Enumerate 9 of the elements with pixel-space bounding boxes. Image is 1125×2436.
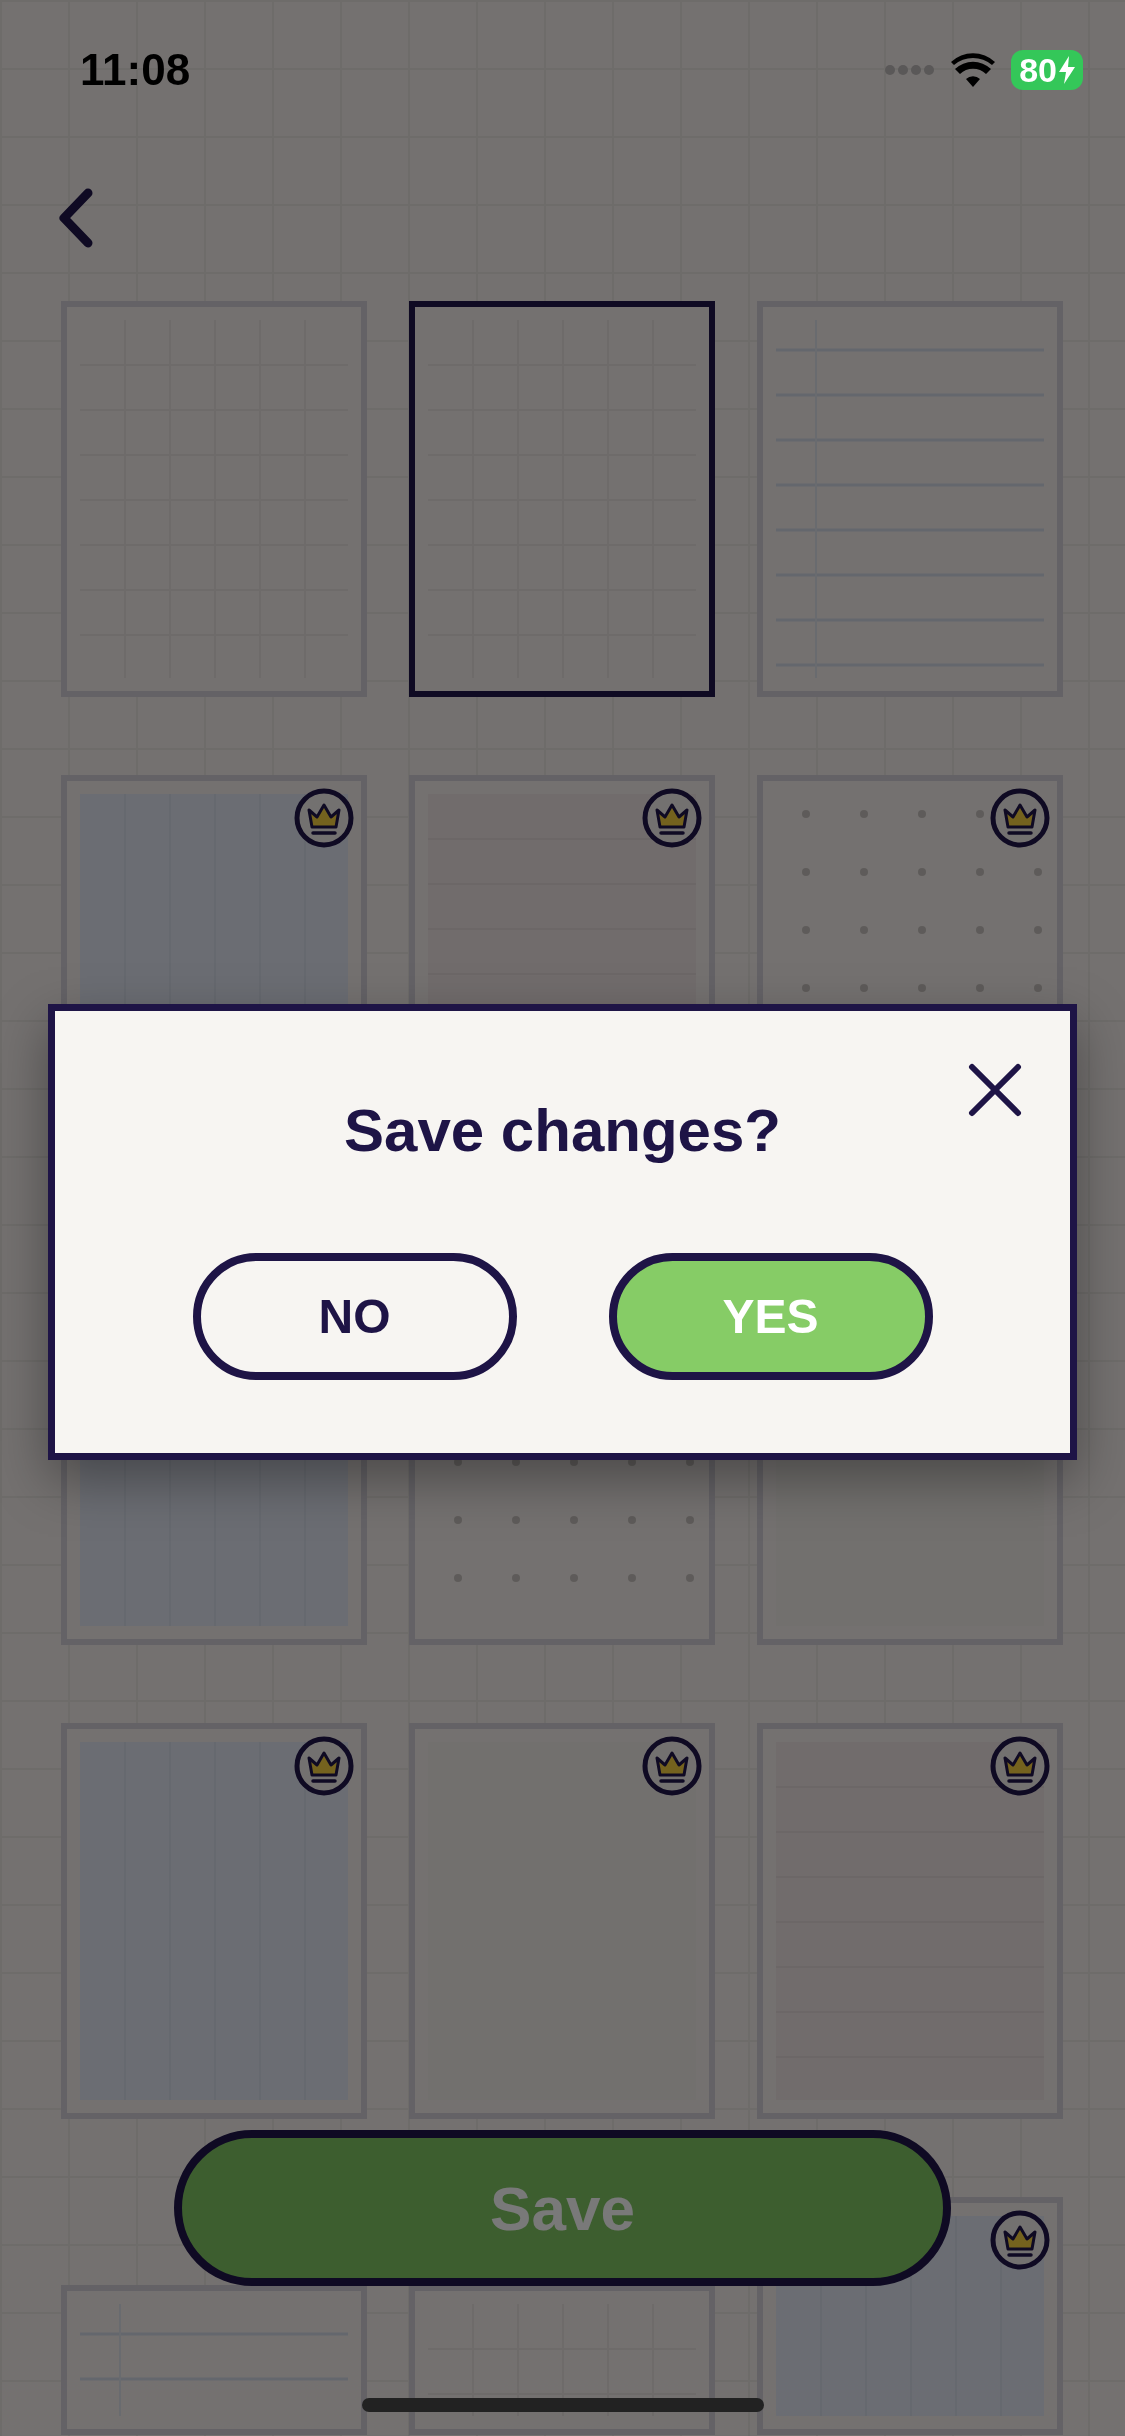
battery-indicator: 80 — [1011, 50, 1083, 90]
clock-time: 11:08 — [80, 45, 191, 95]
close-button[interactable] — [966, 1061, 1024, 1119]
signal-icon — [885, 64, 936, 76]
yes-button[interactable]: YES — [608, 1253, 933, 1380]
dialog-title: Save changes? — [344, 1096, 781, 1165]
no-button[interactable]: NO — [192, 1253, 517, 1380]
wifi-icon — [951, 53, 996, 87]
save-button[interactable]: Save — [174, 2130, 951, 2286]
